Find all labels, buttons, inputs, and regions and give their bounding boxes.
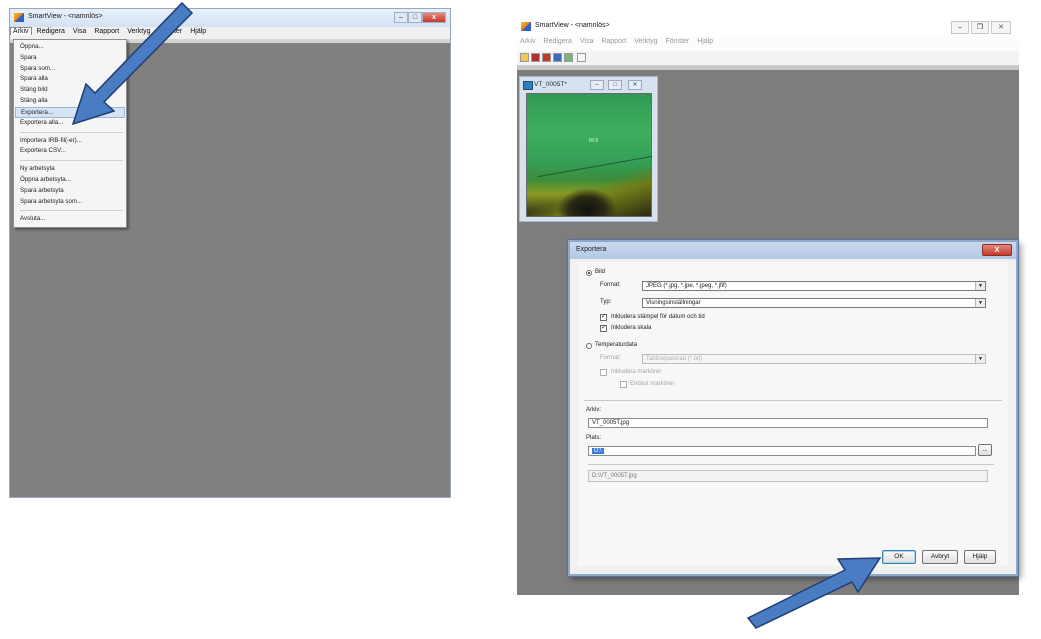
annotation-arrow-ok-button [746, 557, 882, 629]
arrow-to-ok-icon [746, 557, 882, 629]
